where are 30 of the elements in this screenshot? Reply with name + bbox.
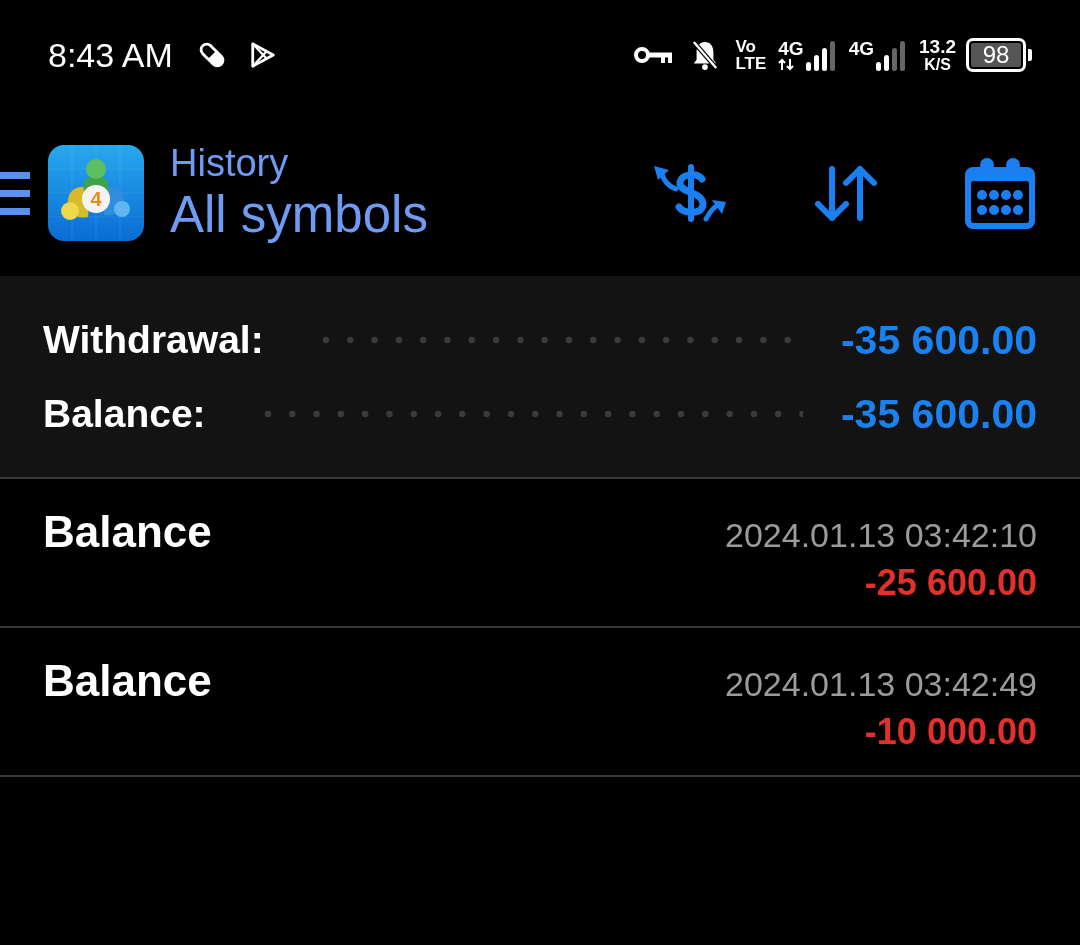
dollar-exchange-icon[interactable] — [652, 162, 728, 224]
data-arrows-icon — [778, 58, 795, 71]
signal-bars-icon — [805, 39, 835, 71]
network-type-label: 4G — [848, 39, 874, 58]
screen-title: History — [170, 141, 290, 185]
symbol-filter-label[interactable]: All symbols — [170, 185, 428, 245]
battery-indicator: 98 — [966, 38, 1032, 72]
key-icon — [633, 45, 674, 65]
sort-arrows-icon[interactable] — [812, 164, 880, 222]
clock-time: 8:43 AM — [48, 35, 173, 75]
summary-label: Withdrawal: — [43, 318, 264, 362]
summary-value: -35 600.00 — [840, 316, 1037, 364]
deal-time: 2024.01.13 03:42:49 — [725, 667, 1037, 701]
deal-amount: -25 600.00 — [864, 565, 1037, 601]
calendar-icon[interactable] — [965, 157, 1035, 229]
deal-type: Balance — [43, 510, 212, 554]
signal-bars-icon — [876, 39, 905, 71]
app-logo-icon: 4 — [48, 145, 144, 241]
volte-label: Vo LTE — [735, 38, 767, 72]
bell-off-icon — [691, 38, 720, 72]
deal-amount: -10 000.00 — [864, 714, 1037, 750]
network-speed: 13.2 — [919, 37, 956, 56]
summary-value: -35 600.00 — [840, 390, 1037, 438]
play-icon — [248, 40, 277, 70]
network-type-label: 4G — [778, 39, 804, 58]
deal-time: 2024.01.13 03:42:10 — [725, 518, 1037, 552]
speed-unit: K/S — [924, 56, 951, 73]
deal-type: Balance — [43, 659, 212, 703]
summary-label: Balance: — [43, 392, 206, 436]
menu-icon[interactable] — [0, 169, 30, 217]
